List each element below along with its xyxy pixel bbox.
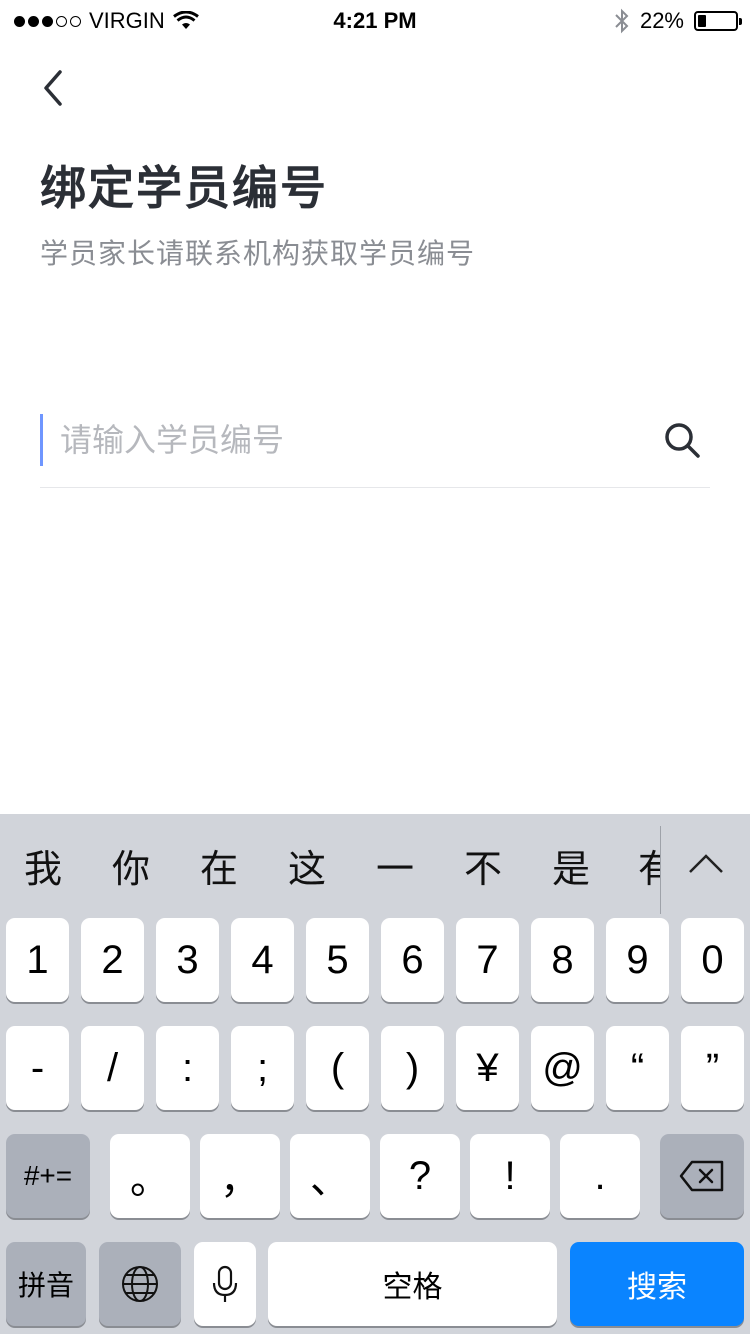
page-subtitle: 学员家长请联系机构获取学员编号 <box>40 237 476 270</box>
key-yen[interactable]: ¥ <box>456 1026 519 1110</box>
candidate-divider <box>660 826 661 914</box>
key-2[interactable]: 2 <box>81 918 144 1002</box>
key-microphone[interactable] <box>194 1242 256 1326</box>
candidate-word[interactable]: 有 <box>638 838 660 893</box>
delete-key[interactable] <box>660 1134 744 1218</box>
key-at[interactable]: @ <box>531 1026 594 1110</box>
key-close-quote[interactable]: ” <box>681 1026 744 1110</box>
key-close-paren[interactable]: ) <box>381 1026 444 1110</box>
key-pinyin[interactable]: 拼音 <box>6 1242 86 1326</box>
key-0[interactable]: 0 <box>681 918 744 1002</box>
chinese-keyboard: 我 你 在 这 一 不 是 有 1 2 3 4 5 6 7 8 9 0 - / … <box>0 814 750 1334</box>
status-right: 22% <box>614 8 742 34</box>
key-colon[interactable]: : <box>156 1026 219 1110</box>
key-search[interactable]: 搜索 <box>570 1242 744 1326</box>
search-icon <box>665 423 700 458</box>
key-open-paren[interactable]: ( <box>306 1026 369 1110</box>
expand-candidates-button[interactable] <box>682 842 730 882</box>
key-globe[interactable] <box>99 1242 181 1326</box>
key-period-cn[interactable]: 。 <box>110 1134 190 1218</box>
page-title: 绑定学员编号 <box>40 161 328 215</box>
key-4[interactable]: 4 <box>231 918 294 1002</box>
key-8[interactable]: 8 <box>531 918 594 1002</box>
key-7[interactable]: 7 <box>456 918 519 1002</box>
key-space[interactable]: 空格 <box>268 1242 557 1326</box>
candidate-word[interactable]: 在 <box>200 838 238 893</box>
key-open-quote[interactable]: “ <box>606 1026 669 1110</box>
key-comma-cn[interactable]: ， <box>200 1134 280 1218</box>
back-button[interactable] <box>36 66 72 110</box>
key-5[interactable]: 5 <box>306 918 369 1002</box>
candidate-bar: 我 你 在 这 一 不 是 有 <box>0 814 750 914</box>
battery-icon <box>694 11 742 31</box>
key-hyphen[interactable]: - <box>6 1026 69 1110</box>
status-bar: VIRGIN 4:21 PM 22% <box>0 0 750 40</box>
key-slash[interactable]: / <box>81 1026 144 1110</box>
globe-icon <box>122 1266 158 1302</box>
key-9[interactable]: 9 <box>606 918 669 1002</box>
chevron-left-icon <box>44 70 62 106</box>
backspace-icon <box>679 1160 724 1192</box>
candidate-word[interactable]: 这 <box>288 838 326 893</box>
key-3[interactable]: 3 <box>156 918 219 1002</box>
bluetooth-icon <box>615 8 629 34</box>
key-more-symbols[interactable]: #+= <box>6 1134 90 1218</box>
battery-level <box>698 15 706 27</box>
candidate-word[interactable]: 不 <box>464 838 502 893</box>
candidate-word[interactable]: 你 <box>112 838 150 893</box>
text-cursor <box>40 414 43 466</box>
student-id-input[interactable] <box>60 414 620 466</box>
student-id-search-bar <box>40 408 710 488</box>
candidate-word[interactable]: 我 <box>24 838 62 893</box>
key-enumeration-comma[interactable]: 、 <box>290 1134 370 1218</box>
candidate-word[interactable]: 是 <box>552 838 590 893</box>
battery-percent: 22% <box>639 8 684 33</box>
key-6[interactable]: 6 <box>381 918 444 1002</box>
key-semicolon[interactable]: ; <box>231 1026 294 1110</box>
chevron-up-icon <box>689 854 723 873</box>
key-dot[interactable]: . <box>560 1134 640 1218</box>
key-1[interactable]: 1 <box>6 918 69 1002</box>
key-question[interactable]: ? <box>380 1134 460 1218</box>
search-button[interactable] <box>662 420 702 460</box>
candidate-word[interactable]: 一 <box>376 838 414 893</box>
microphone-icon <box>212 1265 238 1302</box>
key-exclamation[interactable]: ! <box>470 1134 550 1218</box>
